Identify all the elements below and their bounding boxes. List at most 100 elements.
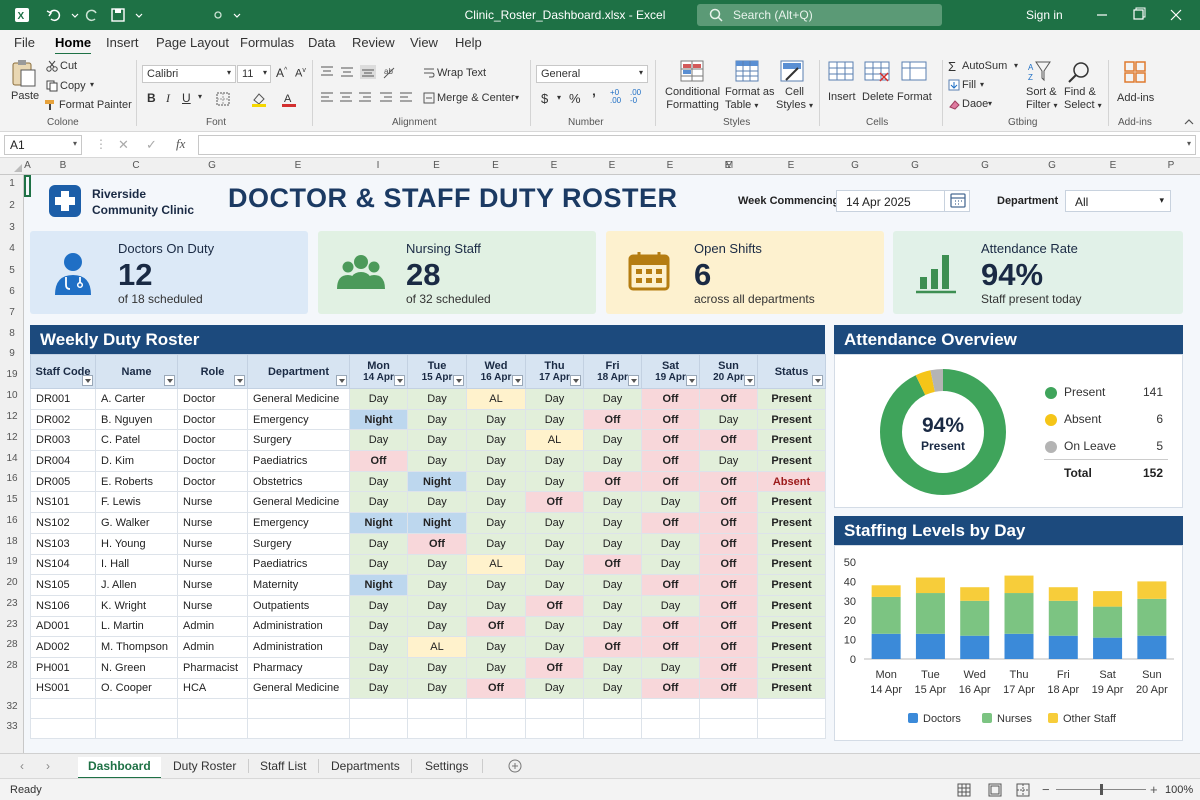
col-header[interactable]: G [177, 160, 247, 171]
filter-dropdown-icon[interactable] [453, 375, 464, 386]
staff-code-cell[interactable]: DR002 [30, 408, 96, 431]
col-header[interactable]: E [757, 160, 825, 171]
shift-cell[interactable]: Off [641, 429, 700, 452]
paste-button[interactable]: Paste [8, 58, 40, 110]
staff-code-cell[interactable]: HS001 [30, 677, 96, 700]
shift-cell[interactable]: Day [349, 553, 408, 576]
sheet-tab-staff-list[interactable]: Staff List [260, 759, 306, 773]
role-cell[interactable]: Doctor [177, 450, 248, 472]
italic-icon[interactable]: I [166, 91, 170, 106]
staff-code-cell[interactable]: AD002 [30, 636, 96, 658]
col-header[interactable]: I [349, 160, 407, 171]
shift-cell[interactable]: Day [525, 615, 584, 638]
col-header[interactable]: B [31, 160, 95, 171]
roster-col-header[interactable]: Fri 18 Apr [583, 354, 642, 389]
name-box[interactable]: A1 ▾ [4, 135, 82, 155]
shift-cell[interactable]: Off [699, 512, 758, 534]
shift-cell[interactable]: Off [699, 470, 758, 493]
shift-cell[interactable]: Day [525, 450, 584, 472]
name-cell[interactable]: L. Martin [95, 615, 178, 638]
role-cell[interactable]: Nurse [177, 532, 248, 555]
row-header[interactable]: 14 [0, 453, 24, 464]
close-icon[interactable] [1166, 5, 1186, 25]
empty-cell[interactable] [525, 718, 584, 740]
menu-review[interactable]: Review [352, 35, 395, 50]
save-icon[interactable] [110, 7, 126, 23]
col-header[interactable]: G [955, 160, 1015, 171]
shift-cell[interactable]: AL [525, 429, 584, 452]
status-cell[interactable]: Present [757, 656, 826, 679]
shift-cell[interactable]: Day [525, 388, 584, 410]
shift-cell[interactable]: Day [641, 532, 700, 555]
shift-cell[interactable]: Day [349, 636, 408, 658]
shift-cell[interactable]: Day [466, 594, 526, 617]
shift-cell[interactable]: Day [525, 512, 584, 534]
col-header[interactable]: G [885, 160, 945, 171]
shift-cell[interactable]: Day [349, 532, 408, 555]
shift-cell[interactable]: Day [407, 574, 467, 596]
shift-cell[interactable]: Day [407, 429, 467, 452]
shift-cell[interactable]: Day [525, 677, 584, 700]
active-cell-cursor[interactable] [24, 175, 31, 197]
status-cell[interactable]: Present [757, 408, 826, 431]
shift-cell[interactable]: Night [349, 512, 408, 534]
font-size-select[interactable]: 11 ▾ [237, 65, 271, 83]
department-cell[interactable]: Paediatrics [247, 450, 350, 472]
shift-cell[interactable]: Off [641, 636, 700, 658]
status-cell[interactable]: Absent [757, 470, 826, 493]
shift-cell[interactable]: Day [466, 450, 526, 472]
department-cell[interactable]: Outpatients [247, 594, 350, 617]
role-cell[interactable]: Nurse [177, 553, 248, 576]
name-cell[interactable]: J. Allen [95, 574, 178, 596]
shift-cell[interactable]: Day [466, 656, 526, 679]
status-cell[interactable]: Present [757, 388, 826, 410]
row-header[interactable]: 1 [0, 178, 24, 189]
role-cell[interactable]: Admin [177, 636, 248, 658]
filter-dropdown-icon[interactable] [164, 375, 175, 386]
find-select-button[interactable]: Find & Select ▾ [1062, 60, 1102, 116]
shift-cell[interactable]: Day [466, 491, 526, 514]
roster-col-header[interactable]: Wed 16 Apr [466, 354, 526, 389]
status-cell[interactable]: Present [757, 532, 826, 555]
col-header[interactable]: E [1083, 160, 1143, 171]
shift-cell[interactable]: Off [699, 532, 758, 555]
empty-cell[interactable] [699, 698, 758, 720]
empty-cell[interactable] [466, 698, 526, 720]
shift-cell[interactable]: AL [466, 388, 526, 410]
row-header[interactable]: 2 [0, 200, 24, 211]
shift-cell[interactable]: Day [583, 656, 642, 679]
status-cell[interactable]: Present [757, 615, 826, 638]
role-cell[interactable]: Doctor [177, 429, 248, 452]
filter-dropdown-icon[interactable] [812, 375, 823, 386]
roster-col-header[interactable]: Tue 15 Apr [407, 354, 467, 389]
empty-cell[interactable] [641, 698, 700, 720]
filter-dropdown-icon[interactable] [336, 375, 347, 386]
menu-home[interactable]: Home [55, 35, 92, 55]
delete-cells-button[interactable]: Delete [862, 60, 894, 116]
shift-cell[interactable]: Night [349, 408, 408, 431]
row-header[interactable]: 28 [0, 639, 24, 650]
role-cell[interactable]: Doctor [177, 408, 248, 431]
shift-cell[interactable]: Day [407, 450, 467, 472]
shift-cell[interactable]: Day [525, 553, 584, 576]
cancel-entry-icon[interactable]: ✕ [118, 137, 129, 153]
roster-col-header[interactable]: Sat 19 Apr [641, 354, 700, 389]
shift-cell[interactable]: Off [583, 408, 642, 431]
status-cell[interactable]: Present [757, 429, 826, 452]
sheet-tab-dashboard[interactable]: Dashboard [78, 757, 161, 779]
status-cell[interactable]: Present [757, 553, 826, 576]
shift-cell[interactable]: Off [641, 408, 700, 431]
shift-cell[interactable]: Off [407, 532, 467, 555]
decrease-decimal-icon[interactable]: .00 -0 [630, 89, 641, 105]
fill-color-icon[interactable] [251, 91, 267, 107]
orientation-icon[interactable]: ab [382, 64, 400, 80]
row-header[interactable]: 3 [0, 222, 24, 233]
insert-function-icon[interactable]: fx [176, 136, 185, 152]
qat-more-icon[interactable] [232, 7, 248, 23]
date-picker-button[interactable] [944, 190, 970, 212]
staff-code-cell[interactable]: NS103 [30, 532, 96, 555]
confirm-entry-icon[interactable]: ✓ [146, 137, 157, 153]
shift-cell[interactable]: Day [699, 408, 758, 431]
roster-col-header[interactable]: Role [177, 354, 248, 389]
staff-code-cell[interactable]: DR004 [30, 450, 96, 472]
